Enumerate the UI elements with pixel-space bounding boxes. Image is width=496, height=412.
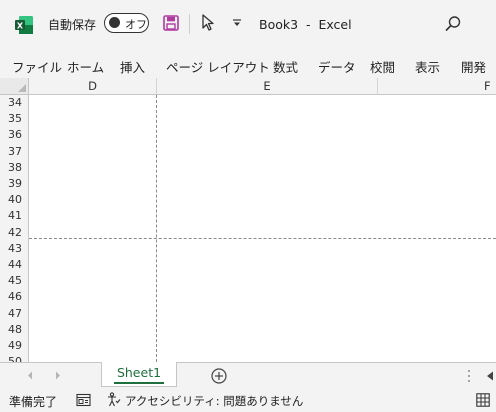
excel-logo-icon[interactable]: X — [14, 15, 34, 35]
row-header[interactable]: 40 — [0, 192, 29, 209]
autosave-state: オフ — [125, 18, 147, 31]
page-break-horizontal — [29, 238, 496, 239]
row-header[interactable]: 38 — [0, 159, 29, 176]
title-bar: X 自動保存 オフ Book3 - Excel — [0, 0, 496, 50]
tab-formulas[interactable]: 数式 — [273, 57, 298, 76]
row-header[interactable]: 34 — [0, 95, 29, 112]
svg-text:X: X — [17, 22, 24, 31]
tab-insert[interactable]: 挿入 — [120, 57, 145, 76]
row-header[interactable]: 47 — [0, 305, 29, 322]
more-options-icon[interactable] — [467, 369, 471, 383]
window-title: Book3 - Excel — [259, 17, 352, 32]
tab-file[interactable]: ファイル — [12, 57, 62, 76]
select-all-button[interactable] — [0, 78, 29, 95]
column-header-f[interactable]: F — [378, 78, 496, 95]
save-icon[interactable] — [163, 15, 179, 31]
autosave-toggle[interactable]: オフ — [104, 13, 149, 33]
tab-page-layout[interactable]: ページ レイアウト — [166, 57, 270, 76]
sheet-tabs-bar: Sheet1 — [0, 362, 496, 388]
add-sheet-icon[interactable] — [211, 368, 227, 384]
row-header[interactable]: 35 — [0, 111, 29, 128]
status-ready: 準備完了 — [9, 395, 58, 409]
scroll-left-icon[interactable] — [486, 371, 494, 381]
page-break-vertical — [156, 95, 157, 362]
row-header[interactable]: 45 — [0, 273, 29, 290]
row-header[interactable]: 50 — [0, 354, 29, 362]
toggle-knob — [109, 17, 120, 28]
autosave-label: 自動保存 — [48, 18, 97, 32]
row-header[interactable]: 42 — [0, 224, 29, 241]
ribbon-tabs: ファイル ホーム 挿入 ページ レイアウト 数式 データ 校閲 表示 開発 — [0, 50, 496, 78]
previous-sheet-icon[interactable] — [27, 371, 33, 380]
customize-toolbar-dropdown-icon[interactable] — [232, 19, 242, 27]
row-header[interactable]: 44 — [0, 257, 29, 274]
touch-mouse-mode-icon[interactable] — [200, 14, 216, 32]
sheet-tab-label: Sheet1 — [116, 365, 162, 380]
row-header[interactable]: 49 — [0, 338, 29, 355]
worksheet-grid[interactable]: D E F 34 35 36 37 38 39 40 41 42 43 44 4… — [0, 78, 496, 362]
accessibility-icon[interactable] — [107, 392, 121, 407]
row-header[interactable]: 39 — [0, 176, 29, 193]
column-header-e[interactable]: E — [157, 78, 378, 95]
cell-mode-icon[interactable] — [76, 393, 91, 407]
row-header[interactable]: 41 — [0, 208, 29, 225]
row-header[interactable]: 46 — [0, 289, 29, 306]
toolbar-separator — [189, 14, 190, 34]
normal-view-icon[interactable] — [476, 393, 490, 407]
tab-developer[interactable]: 開発 — [461, 57, 486, 76]
status-bar: 準備完了 アクセシビリティ: 問題ありません — [0, 388, 496, 412]
tab-review[interactable]: 校閲 — [370, 57, 395, 76]
active-tab-underline — [114, 382, 164, 384]
row-header[interactable]: 36 — [0, 127, 29, 144]
next-sheet-icon[interactable] — [55, 371, 61, 380]
search-icon[interactable] — [444, 15, 462, 33]
sheet-tab-sheet1[interactable]: Sheet1 — [101, 362, 177, 387]
column-header-d[interactable]: D — [29, 78, 157, 95]
tab-view[interactable]: 表示 — [415, 57, 440, 76]
select-all-triangle-icon — [18, 84, 26, 92]
row-header[interactable]: 43 — [0, 240, 29, 257]
tab-home[interactable]: ホーム — [67, 57, 104, 76]
row-header[interactable]: 37 — [0, 143, 29, 160]
tab-data[interactable]: データ — [318, 57, 356, 76]
row-header[interactable]: 48 — [0, 321, 29, 338]
accessibility-status[interactable]: アクセシビリティ: 問題ありません — [125, 393, 303, 409]
